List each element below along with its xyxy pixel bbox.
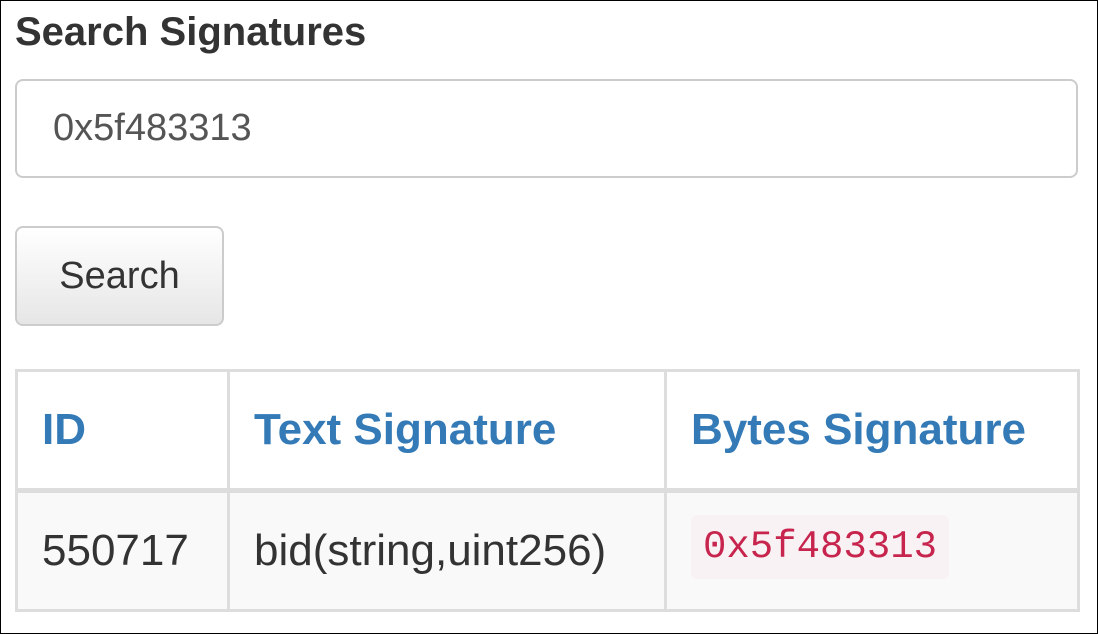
header-text-signature[interactable]: Text Signature	[227, 369, 667, 493]
results-table: ID Text Signature Bytes Signature 550717…	[15, 369, 1080, 612]
table-header-row: ID Text Signature Bytes Signature	[15, 369, 1080, 493]
bytes-signature-code: 0x5f483313	[691, 515, 950, 579]
cell-id: 550717	[15, 489, 230, 612]
header-id[interactable]: ID	[15, 369, 230, 493]
header-bytes-signature[interactable]: Bytes Signature	[664, 369, 1080, 493]
cell-text-signature: bid(string,uint256)	[227, 489, 667, 612]
page-container: Search Signatures Search ID Text Signatu…	[0, 0, 1098, 634]
table-header: ID Text Signature Bytes Signature	[15, 369, 1080, 493]
cell-bytes-signature: 0x5f483313	[664, 489, 1080, 612]
table-body: 550717 bid(string,uint256) 0x5f483313	[15, 489, 1080, 612]
table-row: 550717 bid(string,uint256) 0x5f483313	[15, 489, 1080, 612]
search-input[interactable]	[15, 79, 1078, 178]
page-title: Search Signatures	[15, 10, 367, 54]
search-button[interactable]: Search	[15, 226, 224, 326]
